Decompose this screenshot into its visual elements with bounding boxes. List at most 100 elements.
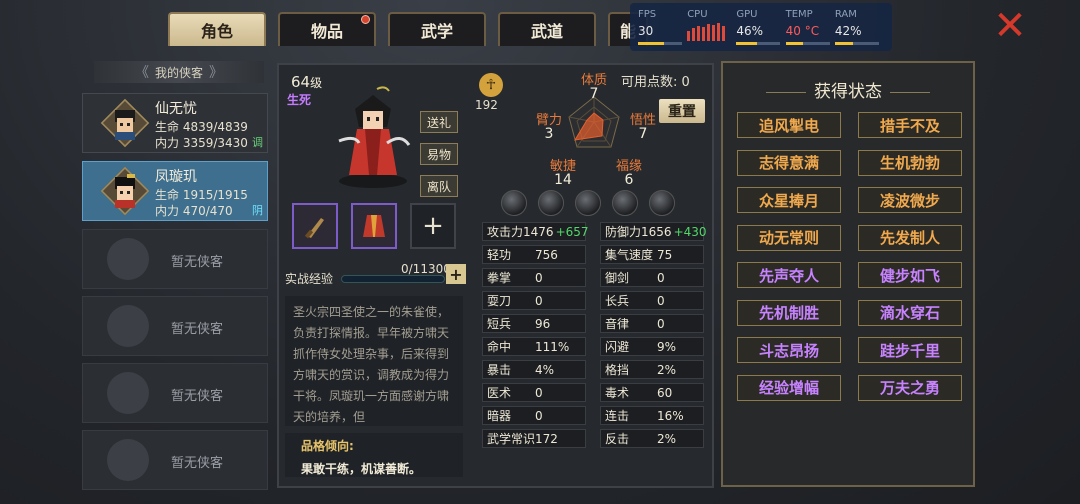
- stat-value: 0: [535, 293, 543, 308]
- temp-value: 40 °C: [785, 24, 820, 38]
- status-effect-button[interactable]: 动无常则: [737, 224, 841, 251]
- stat-name: 御剑: [605, 271, 630, 285]
- status-effect-button[interactable]: 措手不及: [858, 112, 962, 138]
- plus-icon: +: [422, 211, 444, 241]
- silhouette-icon: [107, 305, 149, 347]
- stat-value: 1656: [641, 224, 672, 239]
- attr-fortune: 福缘 6: [615, 159, 642, 188]
- stat-name: 攻击力: [487, 225, 524, 239]
- chevron-right-icon[interactable]: 》: [209, 62, 223, 82]
- gpu-value: 46%: [736, 24, 764, 38]
- character-panel: 64级 生死 送礼 易物 离队 + 实战经验 0/11300 + 圣火宗四圣使之…: [277, 63, 714, 488]
- status-effect-button[interactable]: 先发制人: [858, 224, 962, 251]
- power-icon: ☥: [479, 73, 503, 97]
- stat-name: 耍刀: [487, 294, 512, 308]
- tab-character[interactable]: 角色: [168, 12, 266, 46]
- chevron-left-icon[interactable]: 《: [135, 62, 149, 82]
- stat-value: 1476: [523, 224, 554, 239]
- empty-orb-slot[interactable]: [501, 190, 527, 216]
- add-equipment-button[interactable]: +: [410, 203, 456, 249]
- status-effect-button[interactable]: 斗志昂扬: [737, 337, 841, 363]
- avatar: [115, 174, 135, 208]
- status-effect-button[interactable]: 先声夺人: [737, 262, 841, 288]
- stat-cell: 短兵 96: [482, 314, 586, 333]
- trait-box: 品格倾向: 果敢干练，机谋善断。: [285, 433, 463, 477]
- add-exp-button[interactable]: +: [446, 264, 466, 284]
- stat-cell: 暗器 0: [482, 406, 586, 425]
- stat-row: 拳掌 0 御剑 0: [482, 268, 706, 287]
- weapon-slot[interactable]: [292, 203, 338, 249]
- attr-agility: 敏捷 14: [549, 159, 576, 188]
- stat-name: 集气速度: [605, 248, 654, 262]
- empty-orb-slot[interactable]: [649, 190, 675, 216]
- stat-cell: 武学常识 172: [482, 429, 586, 448]
- cpu-graph: [687, 23, 734, 41]
- performance-overlay: FPS 30 CPU GPU 46% TEMP 40 °C RAM 42%: [630, 3, 892, 51]
- silhouette-icon: [107, 439, 149, 481]
- fps-value: 30: [638, 24, 654, 38]
- status-panel: 获得状态 追风掣电 措手不及 志得意满 生机勃勃 众星捧月 凌波微步 动无常则 先发制人 先声夺…: [721, 61, 975, 487]
- status-title: 获得状态: [723, 77, 973, 102]
- tab-items[interactable]: 物品: [278, 12, 376, 46]
- stat-value: 111%: [535, 339, 570, 354]
- attr-insight: 悟性 7: [629, 113, 656, 142]
- stat-value: 0: [657, 270, 665, 285]
- empty-hero-slot: 暂无侠客: [82, 430, 268, 490]
- stat-cell: 御剑 0: [600, 268, 704, 287]
- character-portrait: [338, 86, 411, 188]
- ram-value: 42%: [834, 24, 862, 38]
- hero-hp: 生命 4839/4839: [155, 120, 248, 134]
- silhouette-icon: [107, 238, 149, 280]
- stat-cell: 格挡 2%: [600, 360, 704, 379]
- top-tabs: 角色 物品 武学 武道 能: [168, 12, 648, 46]
- notification-dot: [361, 15, 370, 24]
- status-effect-button[interactable]: 先机制胜: [737, 299, 841, 326]
- armor-slot[interactable]: [351, 203, 397, 249]
- trade-button[interactable]: 易物: [420, 143, 458, 165]
- empty-orb-slot[interactable]: [538, 190, 564, 216]
- stat-name: 拳掌: [487, 271, 512, 285]
- status-effect-button[interactable]: 经验增幅: [737, 374, 841, 401]
- fate-label: 生死: [287, 93, 312, 107]
- hero-tag: 调: [252, 136, 263, 149]
- stats-grid: 攻击力 1476 +657 防御力 1656 +430 轻功 756 集气速度 75 拳掌 0 御剑 0 耍…: [482, 222, 707, 452]
- stat-value: 75: [657, 247, 673, 262]
- tab-martial-way[interactable]: 武道: [498, 12, 596, 46]
- status-effect-button[interactable]: 健步如飞: [858, 262, 962, 288]
- stat-cell: 医术 0: [482, 383, 586, 402]
- hero-card[interactable]: 仙无忧 生命 4839/4839 内力 3359/3430 调: [82, 93, 268, 153]
- stat-value: 96: [535, 316, 551, 331]
- status-effect-button[interactable]: 生机勃勃: [858, 149, 962, 176]
- leave-party-button[interactable]: 离队: [420, 175, 458, 197]
- reset-button[interactable]: 重置: [659, 99, 705, 123]
- close-icon[interactable]: ✕: [990, 6, 1030, 46]
- status-effect-button[interactable]: 众星捧月: [737, 187, 841, 213]
- status-effect-button[interactable]: 追风掣电: [737, 112, 841, 138]
- stat-row: 暗器 0 连击 16%: [482, 406, 706, 425]
- hero-card-selected[interactable]: 凤璇玑 生命 1915/1915 内力 470/470 阴: [82, 161, 268, 221]
- empty-orb-slot[interactable]: [612, 190, 638, 216]
- status-effect-button[interactable]: 跬步千里: [858, 337, 962, 363]
- status-effect-button[interactable]: 滴水穿石: [858, 299, 962, 326]
- stat-name: 暗器: [487, 409, 512, 423]
- stat-cell: 攻击力 1476 +657: [482, 222, 589, 241]
- gift-button[interactable]: 送礼: [420, 111, 458, 133]
- status-effect-button[interactable]: 万夫之勇: [858, 374, 962, 401]
- empty-orb-slot[interactable]: [575, 190, 601, 216]
- status-effect-button[interactable]: 凌波微步: [858, 187, 962, 213]
- stat-name: 长兵: [605, 294, 630, 308]
- stat-value: 0: [657, 316, 665, 331]
- robe-icon: [363, 215, 385, 237]
- status-effect-button[interactable]: 志得意满: [737, 149, 841, 176]
- tab-martial-arts[interactable]: 武学: [388, 12, 486, 46]
- stat-bonus: +430: [673, 224, 707, 239]
- stat-value: 9%: [657, 339, 677, 354]
- hero-mp: 内力 470/470: [155, 204, 233, 218]
- stat-name: 短兵: [487, 317, 512, 331]
- stat-cell: 轻功 756: [482, 245, 586, 264]
- stat-name: 格挡: [605, 363, 630, 377]
- level: 64级: [291, 73, 323, 91]
- stat-name: 闪避: [605, 340, 630, 354]
- stat-row: 命中 111% 闪避 9%: [482, 337, 706, 356]
- exp-progress-bar: [341, 275, 445, 283]
